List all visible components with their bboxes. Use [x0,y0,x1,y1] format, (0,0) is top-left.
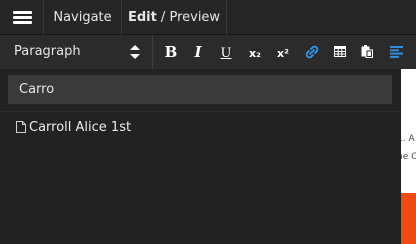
paste-button[interactable] [354,35,380,69]
paragraph-style-label: Paragraph [14,44,81,59]
tab-preview-label: Preview [169,10,221,25]
paste-icon [361,45,373,58]
top-nav-bar: Navigate Edit / Preview [0,0,416,35]
hamburger-menu-button[interactable] [0,0,44,35]
table-button[interactable] [327,35,353,69]
menu-bar-top [13,11,32,14]
preview-pane: 1. A he C [401,69,416,244]
tab-separator: / [156,10,170,25]
align-left-icon [389,46,403,58]
underline-button[interactable]: U [213,35,239,69]
superscript-button[interactable]: x² [270,35,296,69]
search-result-label: Carroll Alice 1st [29,120,132,135]
superscript-icon: x² [277,47,289,60]
document-icon [16,121,26,133]
table-icon [334,46,346,57]
preview-text-line: 1. A [401,134,415,144]
italic-icon: I [194,43,202,61]
align-left-button[interactable] [383,35,409,69]
bold-icon: B [164,43,178,61]
link-icon [305,45,319,59]
chevron-up-down-icon [130,45,140,59]
menu-bar-middle [13,16,32,19]
underline-icon: U [220,46,232,61]
menu-bar-bottom [13,21,32,24]
formatting-toolbar: Paragraph B I U x₂ x² [0,35,416,69]
tab-navigate[interactable]: Navigate [44,0,122,35]
tab-edit-label: Edit [127,10,157,25]
tab-edit-preview[interactable]: Edit / Preview [122,0,227,35]
preview-orange-block [401,193,416,244]
divider [0,111,401,112]
subscript-icon: x₂ [249,47,261,60]
paragraph-style-select[interactable]: Paragraph [0,35,153,69]
italic-button[interactable]: I [185,35,211,69]
subscript-button[interactable]: x₂ [242,35,268,69]
link-button[interactable] [299,35,325,69]
bold-button[interactable]: B [158,35,184,69]
search-input[interactable] [8,75,392,104]
preview-text-line: he C [401,152,416,162]
tab-navigate-label: Navigate [53,10,112,25]
